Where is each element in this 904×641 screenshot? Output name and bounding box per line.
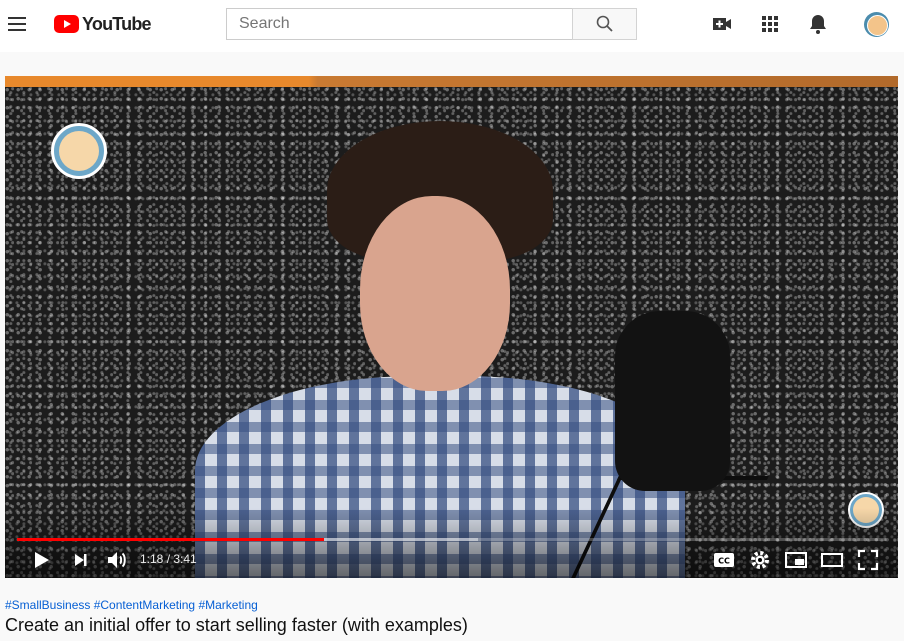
skip-next-icon (75, 554, 87, 566)
apps-button[interactable] (758, 12, 782, 36)
avatar[interactable] (864, 12, 889, 37)
menu-icon[interactable] (4, 10, 32, 38)
gear-icon (751, 551, 769, 569)
logo-text: YouTube (82, 13, 152, 34)
channel-logo-watermark (51, 123, 107, 179)
fullscreen-button[interactable] (856, 548, 880, 572)
search-box (226, 8, 573, 40)
bell-icon (810, 15, 826, 34)
search-button[interactable] (572, 8, 637, 40)
video-top-strip (5, 76, 898, 87)
miniplayer-button[interactable] (784, 548, 808, 572)
mute-button[interactable] (105, 548, 129, 572)
notifications-button[interactable] (806, 12, 830, 36)
create-video-button[interactable] (710, 12, 734, 36)
speaker-face (360, 196, 510, 391)
time-display: 1:18 / 3:41 (140, 552, 197, 566)
video-camera-icon (713, 18, 731, 30)
svg-text:CC: CC (718, 557, 730, 566)
hashtags: #SmallBusiness #ContentMarketing #Market… (5, 598, 258, 612)
video-title: Create an initial offer to start selling… (5, 615, 468, 635)
search-icon (596, 15, 613, 32)
miniplayer-icon (785, 552, 807, 568)
hashtag-link[interactable]: #Marketing (198, 598, 257, 612)
play-button[interactable] (29, 548, 53, 572)
progress-played (17, 538, 324, 541)
closed-captions-icon: CC (714, 553, 734, 567)
youtube-play-logo-icon (54, 15, 79, 33)
video-player[interactable]: 1:18 / 3:41 CC (5, 76, 898, 578)
progress-bar[interactable] (17, 538, 886, 541)
youtube-logo[interactable]: YouTube (54, 13, 152, 35)
video-frame (5, 76, 898, 578)
hashtag-link[interactable]: #ContentMarketing (94, 598, 195, 612)
microphone (615, 311, 730, 491)
next-button[interactable] (69, 548, 93, 572)
masthead: YouTube (0, 0, 904, 52)
theater-mode-icon (821, 553, 843, 567)
theater-mode-button[interactable] (820, 548, 844, 572)
hashtag-link[interactable]: #SmallBusiness (5, 598, 90, 612)
search-input[interactable] (227, 9, 573, 39)
fullscreen-icon (857, 549, 879, 571)
apps-grid-icon (762, 16, 778, 32)
volume-icon (108, 552, 126, 568)
play-icon (35, 552, 49, 568)
settings-button[interactable] (748, 548, 772, 572)
captions-button[interactable]: CC (712, 548, 736, 572)
